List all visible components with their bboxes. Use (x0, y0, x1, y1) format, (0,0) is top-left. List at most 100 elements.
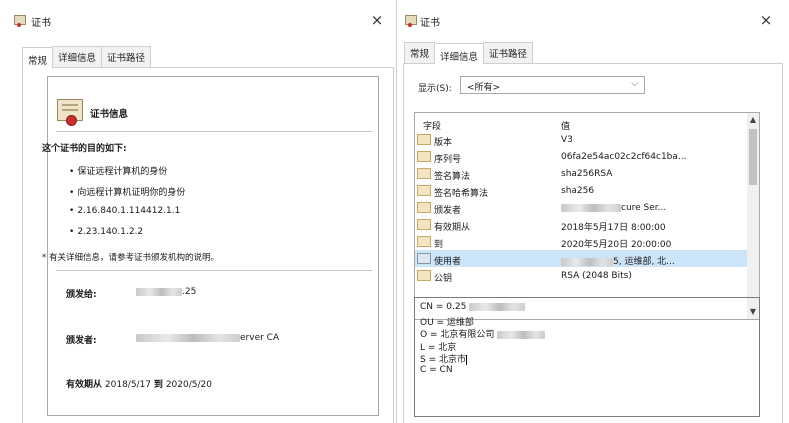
redacted-text (136, 333, 240, 342)
redacted-text (497, 330, 546, 339)
validity-from-label: 有效期从 (66, 380, 103, 390)
list-row[interactable]: 版本 V3 (415, 131, 747, 148)
row-value-text: cure Ser... (621, 203, 667, 213)
row-value: 2020年5月20日 20:00:00 (561, 240, 672, 250)
row-value: 2018年5月17日 8:00:00 (561, 223, 666, 233)
title-bar: 证书 × (0, 0, 396, 38)
row-value: sha256RSA (561, 169, 613, 179)
row-value-text: 5, 运维部, 北... (613, 257, 675, 267)
detail-line: OU = 运维部 (420, 317, 474, 328)
purpose-item: 保证远程计算机的身份 (69, 164, 167, 177)
redacted-text (561, 257, 613, 266)
window-title: 证书 (420, 18, 440, 29)
certificate-field-icon (417, 185, 431, 196)
list-scrollbar[interactable]: ▲ ▼ (747, 113, 759, 319)
field-detail-textbox[interactable]: CN = 0.25 OU = 运维部 O = 北京有限公司 L = 北京 S =… (414, 297, 760, 417)
purpose-item: 2.16.840.1.114412.1.1 (69, 206, 180, 216)
certificate-field-icon (417, 236, 431, 247)
validity-from-value: 2018/5/17 (104, 380, 152, 390)
tab-general[interactable]: 常规 (404, 42, 436, 63)
issued-to-label: 颁发给: (66, 290, 97, 300)
tab-bar: 常规 详细信息 证书路径 (404, 42, 534, 64)
issued-by-text: erver CA (240, 333, 280, 343)
issued-to-text: .25 (182, 287, 197, 297)
divider (56, 131, 372, 133)
detail-line: C = CN (420, 364, 453, 375)
certificate-icon (57, 99, 83, 126)
details-tab-panel: 显示(S): <所有> ⌵ 字段 值 版本 V3 序列号 06fa2e54ac0… (403, 63, 783, 423)
certificate-field-icon (417, 168, 431, 179)
row-value: sha256 (561, 186, 595, 196)
tab-certification-path[interactable]: 证书路径 (483, 42, 534, 63)
redacted-text (136, 287, 182, 296)
redacted-text (561, 203, 621, 212)
redacted-text (469, 302, 526, 311)
row-field: 签名哈希算法 (434, 189, 489, 199)
show-dropdown[interactable]: <所有> ⌵ (460, 76, 645, 94)
detail-line: O = 北京有限公司 (420, 327, 754, 340)
detail-line: S = 北京市 (420, 352, 754, 365)
tab-details[interactable]: 详细信息 (52, 46, 103, 67)
details-note: * 有关详细信息，请参考证书颁发机构的说明。 (42, 253, 219, 263)
list-row[interactable]: 到 2020年5月20日 20:00:00 (415, 233, 747, 250)
detail-text: CN = 0.25 (420, 302, 467, 312)
issued-by-value: erver CA (136, 333, 279, 343)
list-row[interactable]: 公钥 RSA (2048 Bits) (415, 267, 747, 284)
row-value: 06fa2e54ac02c2cf64c1ba... (561, 152, 687, 162)
row-field: 签名算法 (434, 172, 471, 182)
list-row-selected[interactable]: 使用者 5, 运维部, 北... (415, 250, 747, 267)
tab-certification-path[interactable]: 证书路径 (101, 46, 152, 67)
issued-by-label: 颁发者: (66, 336, 97, 346)
list-row[interactable]: 有效期从 2018年5月17日 8:00:00 (415, 216, 747, 233)
row-value: RSA (2048 Bits) (561, 271, 632, 281)
detail-text: S = 北京市 (420, 355, 466, 365)
validity-row: 有效期从 2018/5/17 到 2020/5/20 (66, 377, 212, 390)
detail-line: L = 北京 (420, 342, 457, 353)
validity-to-label: 到 (153, 380, 163, 390)
list-row[interactable]: 颁发者 cure Ser... (415, 199, 747, 216)
detail-line: CN = 0.25 (420, 302, 754, 315)
certificate-field-icon (417, 202, 431, 213)
show-dropdown-value: <所有> (467, 83, 501, 93)
purpose-item: 2.23.140.1.2.2 (69, 227, 143, 237)
certificate-field-icon (417, 134, 431, 145)
purpose-item: 向远程计算机证明你的身份 (69, 185, 185, 198)
validity-to-value: 2020/5/20 (165, 380, 212, 390)
list-row[interactable]: 序列号 06fa2e54ac02c2cf64c1ba... (415, 148, 747, 165)
show-label: 显示(S): (418, 84, 452, 94)
fields-list[interactable]: 字段 值 版本 V3 序列号 06fa2e54ac02c2cf64c1ba...… (414, 112, 760, 320)
certificate-field-icon (417, 219, 431, 230)
certificate-info-box: 证书信息 这个证书的目的如下: 保证远程计算机的身份 向远程计算机证明你的身份 … (42, 76, 379, 416)
row-field: 公钥 (434, 274, 453, 284)
row-field: 序列号 (434, 155, 462, 165)
row-field: 颁发者 (434, 206, 462, 216)
chevron-down-icon: ⌵ (631, 79, 638, 89)
row-value: cure Ser... (561, 203, 666, 213)
row-field: 有效期从 (434, 223, 471, 233)
row-field: 到 (434, 240, 444, 250)
window-title: 证书 (31, 18, 51, 29)
tab-details[interactable]: 详细信息 (434, 43, 485, 64)
certificate-window-details: 证书 × 常规 详细信息 证书路径 显示(S): <所有> ⌵ 字段 值 版本 … (398, 0, 789, 423)
certificate-info-title: 证书信息 (90, 109, 129, 120)
row-field: 版本 (434, 138, 453, 148)
general-tab-panel: 证书信息 这个证书的目的如下: 保证远程计算机的身份 向远程计算机证明你的身份 … (22, 67, 394, 423)
text-caret (465, 354, 467, 365)
certificate-window-general: 证书 × 常规 详细信息 证书路径 证书信息 这个证书的目的如下: 保证远程计算… (0, 0, 397, 423)
certificate-field-icon (417, 270, 431, 281)
close-button[interactable]: × (367, 10, 387, 30)
list-row[interactable]: 签名哈希算法 sha256 (415, 182, 747, 199)
certificate-field-icon (417, 253, 431, 264)
row-value: 5, 运维部, 北... (561, 254, 675, 267)
scroll-up-icon[interactable]: ▲ (747, 113, 759, 127)
list-row[interactable]: 签名算法 sha256RSA (415, 165, 747, 182)
certificate-field-icon (417, 151, 431, 162)
row-value: V3 (561, 135, 573, 145)
scroll-thumb[interactable] (749, 129, 757, 185)
divider (56, 270, 372, 272)
title-bar: 证书 × (398, 0, 789, 38)
tab-general[interactable]: 常规 (22, 47, 54, 68)
close-button[interactable]: × (756, 10, 776, 30)
detail-text: O = 北京有限公司 (420, 330, 495, 340)
purpose-title: 这个证书的目的如下: (42, 144, 127, 154)
